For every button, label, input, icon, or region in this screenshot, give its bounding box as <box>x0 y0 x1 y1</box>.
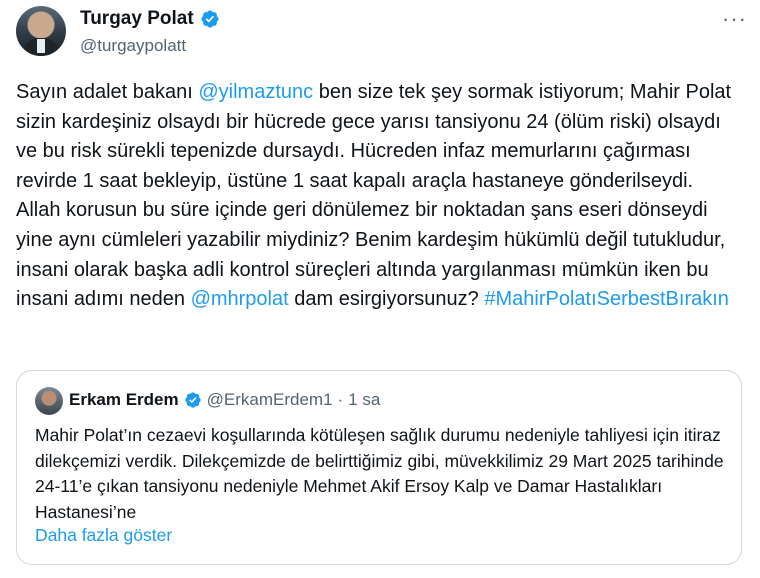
quote-timestamp[interactable]: 1 sa <box>348 390 380 410</box>
author-name[interactable]: Turgay Polat <box>80 8 194 30</box>
quoted-tweet[interactable]: Erkam Erdem @ErkamErdem1 · 1 sa Mahir Po… <box>16 370 742 565</box>
quote-header: Erkam Erdem @ErkamErdem1 · 1 sa <box>69 390 380 410</box>
tweet-text: Sayın adalet bakanı @yilmaztunc ben size… <box>16 78 736 315</box>
verified-badge-icon <box>184 392 201 408</box>
tweet-segment: dam esirgiyorsunuz? <box>288 288 485 311</box>
avatar-shirt <box>37 39 45 53</box>
quote-text: Mahir Polat’ın cezaevi koşullarında kötü… <box>35 425 724 522</box>
quote-separator: · <box>337 390 344 409</box>
tweet-segment: ben size tek şey sormak istiyorum; Mahir… <box>16 81 732 311</box>
author-avatar[interactable] <box>16 6 66 56</box>
quote-author-avatar[interactable] <box>35 387 63 415</box>
author-handle[interactable]: @turgaypolatt <box>80 36 186 56</box>
more-options-icon[interactable]: ··· <box>722 6 747 32</box>
mention-link[interactable]: @mhrpolat <box>191 288 289 310</box>
tweet-segment: Sayın adalet bakanı <box>16 81 199 103</box>
hashtag-link[interactable]: #MahirPolatıSerbestBırakın <box>484 288 729 310</box>
show-more-link[interactable]: Daha fazla göster <box>35 525 172 546</box>
verified-badge-icon <box>201 10 219 28</box>
mention-link[interactable]: @yilmaztunc <box>198 81 313 103</box>
quote-author-name[interactable]: Erkam Erdem <box>69 390 179 410</box>
author-name-row: Turgay Polat <box>80 8 220 30</box>
quote-author-handle[interactable]: @ErkamErdem1 <box>207 390 333 410</box>
